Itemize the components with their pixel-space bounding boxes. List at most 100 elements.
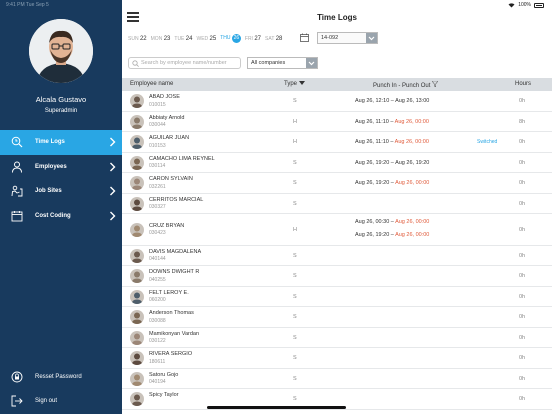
employee-photo [130,222,144,237]
week-select[interactable]: 14-092 [317,32,378,44]
reset-password-button[interactable]: Resset Password [0,368,122,386]
header-type[interactable]: Type [284,81,305,87]
employee-type: S [293,314,297,321]
employee-id: 040255 [149,276,166,283]
punch-in: Aug 26, 12:10 [355,98,390,105]
employee-id: 030044 [149,122,166,129]
employee-photo [130,114,144,129]
search-placeholder: Search by employee name/number [141,60,227,66]
day-name: SUN [128,35,139,42]
hours-value: 0h [519,293,526,300]
employee-type: S [293,355,297,362]
calendar-icon[interactable] [300,33,309,42]
punch-range[interactable]: Aug 26, 12:10 – Aug 26, 13:00 [355,98,429,104]
employee-type: S [293,252,297,259]
table-row[interactable]: Mamikonyan Vardan 030122 S 0h [122,328,552,348]
filter-icon [431,80,439,88]
reset-password-label: Resset Password [35,374,82,380]
sort-down-icon [298,81,305,85]
employee-id: 030122 [149,338,166,345]
hours-value: 0h [519,180,526,187]
punch-range[interactable]: Aug 26, 19:20 – Aug 26, 00:00 [355,232,429,238]
day-name: FRI [244,35,253,42]
table-row[interactable]: DOWNS DWIGHT R 040255 S 0h [122,266,552,287]
sidebar-item-time-logs[interactable]: Time Logs [0,130,122,155]
punch-out: Aug 26, 00:00 [395,180,430,187]
table-row[interactable]: CRUZ BRYAN 030423 H 0h Aug 26, 00:30 – Aug 2… [122,214,552,246]
table-row[interactable]: ABAD JOSE 010015 S 0h Aug 26, 12:10 – Aug 26… [122,91,552,112]
chevron-right-icon [110,162,116,171]
table-row[interactable]: AGUILAR JUAN 010153 H 0h Switched Aug 26, 11:… [122,132,552,153]
hours-value: 0h [519,252,526,259]
lock-icon [11,371,23,383]
employee-id: 030114 [149,163,166,170]
clock-search-icon [11,136,23,148]
day-number: 26 [231,34,241,43]
employee-type: S [293,396,297,403]
punch-range[interactable]: Aug 26, 11:10 – Aug 26, 00:00 [355,119,429,125]
punch-range[interactable]: Aug 26, 19:20 – Aug 26, 19:20 [355,160,429,166]
punch-out: Aug 26, 00:00 [394,118,429,125]
avatar[interactable] [29,19,93,83]
day-tue[interactable]: TUE 24 [174,36,192,42]
header-employee-name[interactable]: Employee name [130,81,173,87]
sidebar-item-cost-coding[interactable]: Cost Coding [0,204,122,229]
employee-id: 040144 [149,256,166,263]
day-thu[interactable]: THU 26 [220,34,241,43]
employee-photo [130,135,144,150]
page-title: Time Logs [317,13,357,22]
header-punch-label: Punch In - Punch Out [373,83,431,89]
job-site-icon [11,185,23,197]
employee-name: CERRITOS MARCIAL [149,196,204,203]
employee-type: S [293,159,297,166]
table-row[interactable]: Anderson Thomas 030088 S 0h [122,307,552,328]
sign-out-icon [11,395,23,407]
search-input[interactable]: Search by employee name/number [128,57,241,69]
punch-in: Aug 26, 19:20 [355,232,390,238]
day-mon[interactable]: MON 23 [151,36,171,42]
day-sun[interactable]: SUN 22 [128,36,147,42]
employee-name: Satoru Gojo [149,371,179,378]
hours-value: 0h [519,334,526,341]
hours-value: 0h [519,396,526,403]
table-row[interactable]: CAMACHO LIMA REYNEL 030114 S 0h Aug 26, 19:2… [122,153,552,173]
employee-id: 040194 [149,379,166,386]
employee-type: H [293,226,297,233]
day-wed[interactable]: WED 25 [196,36,216,42]
employee-type: S [293,200,297,207]
company-select[interactable]: All companies [247,57,318,69]
punch-out: Aug 26, 00:00 [395,219,430,225]
header-punch[interactable]: Punch In - Punch Out [373,80,439,89]
punch-out: Aug 26, 00:00 [394,139,429,146]
table-row[interactable]: RIVERA SERGIO 180611 S 0h [122,348,552,369]
punch-range[interactable]: Aug 26, 19:20 – Aug 26, 00:00 [355,180,429,186]
day-number: 25 [209,35,217,42]
day-name: THU [220,35,231,41]
company-select-value: All companies [251,60,286,66]
day-name: WED [196,35,209,42]
table-row[interactable]: Abbiaty Arnold 030044 H 8h Aug 26, 11:10 – A… [122,112,552,132]
sidebar-nav: Time Logs Employees Job Sites Cost Codin… [0,130,122,228]
employee-type: H [293,139,297,146]
employee-id: 010015 [149,101,166,108]
table-row[interactable]: CARON SYLVAIN 032261 S 0h Aug 26, 19:20 – Au… [122,173,552,194]
hours-value: 0h [519,314,526,321]
punch-range[interactable]: Aug 26, 11:10 – Aug 26, 00:00 [355,139,429,145]
employee-photo [130,392,144,407]
chevron-down-icon [306,58,317,68]
employee-photo [130,289,144,304]
day-sat[interactable]: SAT 28 [265,36,282,42]
employee-id: 030423 [149,230,166,237]
table-row[interactable]: DAVIS MAGDALENA 040144 S 0h [122,246,552,266]
table-row[interactable]: FELT LEROY E. 060200 S 0h [122,287,552,307]
sidebar-item-job-sites[interactable]: Job Sites [0,179,122,204]
table-row[interactable]: Satoru Gojo 040194 S 0h [122,369,552,389]
sidebar-item-employees[interactable]: Employees [0,155,122,180]
header-hours[interactable]: Hours [515,81,531,87]
hours-value: 0h [519,355,526,362]
punch-range[interactable]: Aug 26, 00:30 – Aug 26, 00:00 [355,219,429,225]
employee-type: S [293,293,297,300]
table-row[interactable]: CERRITOS MARCIAL 030327 S 0h [122,194,552,214]
sign-out-button[interactable]: Sign out [0,392,122,410]
day-fri[interactable]: FRI 27 [245,36,261,42]
